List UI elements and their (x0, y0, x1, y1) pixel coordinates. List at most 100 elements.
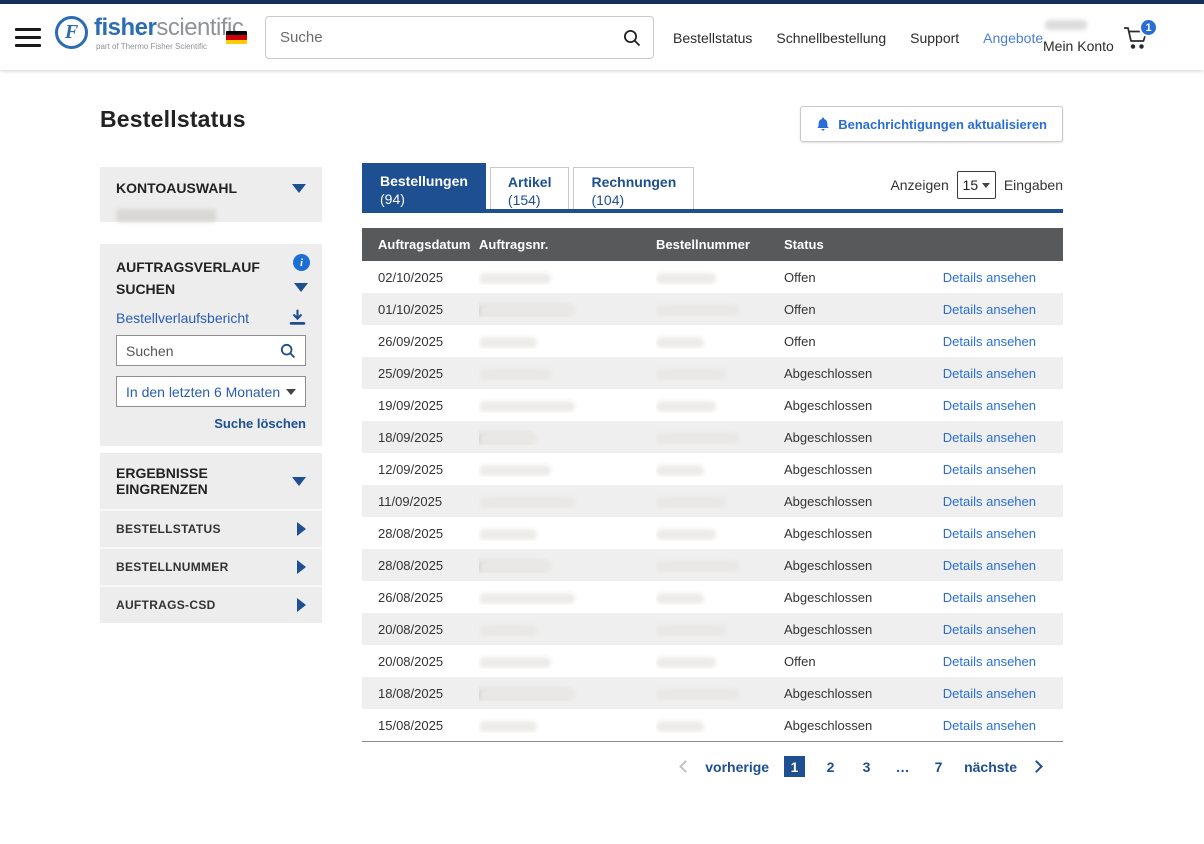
german-flag-icon[interactable] (226, 31, 247, 44)
view-details-link[interactable]: Details ansehen (943, 270, 1036, 285)
column-header-order-date: Auftragsdatum (362, 237, 479, 252)
column-header-order-number: Auftragsnr. (479, 237, 656, 252)
order-number-redacted (479, 654, 656, 669)
order-row: 26/08/2025 Abgeschlossen Details ansehen (362, 581, 1063, 613)
order-number-redacted (479, 302, 656, 317)
order-number-redacted (479, 334, 656, 349)
results-tab[interactable]: Rechnungen (104) (573, 167, 694, 209)
cart-button[interactable]: 1 (1122, 24, 1156, 56)
results-tab[interactable]: Bestellungen (94) (362, 163, 486, 209)
po-number-redacted (656, 430, 784, 445)
search-submit-button[interactable] (611, 17, 653, 58)
previous-page-chevron-icon[interactable] (679, 760, 692, 773)
view-details-link[interactable]: Details ansehen (943, 654, 1036, 669)
per-page-select[interactable]: 15 (957, 171, 996, 199)
order-status: Offen (784, 270, 931, 285)
order-status: Offen (784, 302, 931, 317)
view-details-link[interactable]: Details ansehen (943, 718, 1036, 733)
table-bottom-border (362, 741, 1063, 742)
order-date: 02/10/2025 (362, 270, 479, 285)
order-date: 25/09/2025 (362, 366, 479, 381)
results-panel: Bestellungen (94) Artikel (154) Rechnung… (362, 167, 1063, 777)
account-selection-title: KONTOAUSWAHL (116, 180, 237, 196)
view-details-link[interactable]: Details ansehen (943, 622, 1036, 637)
tab-label: Bestellungen (380, 173, 468, 189)
fisher-scientific-logo[interactable]: F fisherscientific part of Thermo Fisher… (55, 16, 243, 51)
info-icon[interactable]: i (293, 254, 310, 271)
cart-count-badge: 1 (1139, 18, 1158, 37)
previous-page-link[interactable]: vorherige (705, 759, 769, 775)
sidebar-search-input[interactable] (117, 343, 279, 359)
order-row: 28/08/2025 Abgeschlossen Details ansehen (362, 517, 1063, 549)
view-details-link[interactable]: Details ansehen (943, 462, 1036, 477)
view-details-link[interactable]: Details ansehen (943, 302, 1036, 317)
order-number-redacted (479, 558, 656, 573)
po-number-redacted (656, 686, 784, 701)
view-details-link[interactable]: Details ansehen (943, 526, 1036, 541)
order-date: 28/08/2025 (362, 526, 479, 541)
order-date: 20/08/2025 (362, 654, 479, 669)
order-history-report-link[interactable]: Bestellverlaufsbericht (116, 310, 249, 326)
filter-label: BESTELLNUMMER (116, 560, 229, 574)
view-details-link[interactable]: Details ansehen (943, 590, 1036, 605)
order-status: Abgeschlossen (784, 622, 931, 637)
order-status: Offen (784, 334, 931, 349)
order-row: 18/08/2025 Abgeschlossen Details ansehen (362, 677, 1063, 709)
order-number-redacted (479, 718, 656, 733)
view-details-link[interactable]: Details ansehen (943, 558, 1036, 573)
top-nav-link[interactable]: Schnellbestellung (776, 30, 886, 46)
view-details-link[interactable]: Details ansehen (943, 686, 1036, 701)
top-nav-link[interactable]: Bestellstatus (673, 30, 752, 46)
po-number-redacted (656, 558, 784, 573)
order-row: 20/08/2025 Abgeschlossen Details ansehen (362, 613, 1063, 645)
tab-label: Rechnungen (591, 174, 676, 190)
order-status: Abgeschlossen (784, 590, 931, 605)
account-menu[interactable]: Mein Konto (1043, 18, 1114, 54)
page-number[interactable]: 3 (856, 756, 877, 777)
filter-row[interactable]: AUFTRAGS-CSD (100, 585, 322, 623)
order-status: Abgeschlossen (784, 462, 931, 477)
view-details-link[interactable]: Details ansehen (943, 366, 1036, 381)
filter-label: BESTELLSTATUS (116, 522, 221, 536)
sidebar-search-button[interactable] (279, 342, 305, 360)
account-selection-header[interactable]: KONTOAUSWAHL (100, 167, 322, 207)
page-number[interactable]: 7 (928, 756, 949, 777)
date-range-value: In den letzten 6 Monaten (126, 384, 280, 400)
account-name-redacted (1045, 20, 1087, 30)
order-history-search-title: AUFTRAGSVERLAUF SUCHEN (116, 257, 276, 300)
page-number[interactable]: 2 (820, 756, 841, 777)
chevron-down-icon (292, 184, 306, 193)
view-details-link[interactable]: Details ansehen (943, 494, 1036, 509)
results-tab[interactable]: Artikel (154) (490, 167, 570, 209)
page-number[interactable]: 1 (784, 756, 805, 777)
next-page-chevron-icon[interactable] (1030, 760, 1043, 773)
order-number-redacted (479, 366, 656, 381)
order-row: 15/08/2025 Abgeschlossen Details ansehen (362, 709, 1063, 741)
view-details-link[interactable]: Details ansehen (943, 430, 1036, 445)
order-row: 20/08/2025 Offen Details ansehen (362, 645, 1063, 677)
clear-search-link[interactable]: Suche löschen (116, 416, 306, 431)
top-nav-link[interactable]: Angebote (983, 30, 1043, 46)
per-page-prefix: Anzeigen (890, 177, 948, 193)
refine-results-header[interactable]: ERGEBNISSE EINGRENZEN (100, 453, 322, 509)
order-status: Abgeschlossen (784, 430, 931, 445)
order-date: 20/08/2025 (362, 622, 479, 637)
view-details-link[interactable]: Details ansehen (943, 334, 1036, 349)
order-date: 12/09/2025 (362, 462, 479, 477)
order-status: Offen (784, 654, 931, 669)
po-number-redacted (656, 302, 784, 317)
filter-row[interactable]: BESTELLSTATUS (100, 509, 322, 547)
update-notifications-button[interactable]: Benachrichtigungen aktualisieren (800, 106, 1063, 142)
search-input[interactable] (266, 29, 611, 46)
download-icon[interactable] (289, 309, 306, 326)
top-nav-link[interactable]: Support (910, 30, 959, 46)
chevron-right-icon (297, 560, 306, 574)
refine-results-section: ERGEBNISSE EINGRENZEN BESTELLSTATUS BEST… (100, 453, 322, 623)
order-row: 11/09/2025 Abgeschlossen Details ansehen (362, 485, 1063, 517)
filter-row[interactable]: BESTELLNUMMER (100, 547, 322, 585)
date-range-select[interactable]: In den letzten 6 Monaten (116, 376, 306, 407)
view-details-link[interactable]: Details ansehen (943, 398, 1036, 413)
order-status: Abgeschlossen (784, 686, 931, 701)
hamburger-menu-icon[interactable] (15, 28, 41, 47)
next-page-link[interactable]: nächste (964, 759, 1017, 775)
